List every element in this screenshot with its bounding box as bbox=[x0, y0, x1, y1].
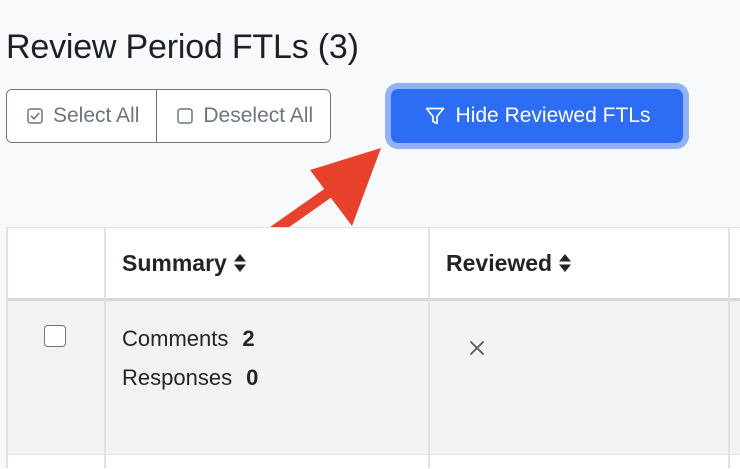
summary-label: Comments bbox=[122, 326, 229, 351]
select-all-label: Select All bbox=[53, 104, 140, 127]
summary-label: Responses bbox=[122, 365, 233, 390]
select-all-button[interactable]: Select All bbox=[7, 90, 157, 142]
summary-comments: Comments 2 bbox=[122, 326, 255, 352]
summary-value: 2 bbox=[242, 326, 255, 351]
filter-funnel-icon bbox=[425, 107, 444, 125]
table-row[interactable]: Comments 2 Responses 0 bbox=[6, 301, 740, 455]
column-header-summary[interactable]: Summary bbox=[122, 228, 247, 298]
column-header-label: Reviewed bbox=[446, 249, 553, 276]
x-mark-icon bbox=[470, 341, 484, 355]
hide-reviewed-label: Hide Reviewed FTLs bbox=[455, 104, 651, 127]
checked-square-icon bbox=[27, 108, 43, 124]
page-title: Review Period FTLs (3) bbox=[6, 28, 359, 66]
summary-responses: Responses 0 bbox=[122, 365, 258, 391]
deselect-all-label: Deselect All bbox=[203, 104, 314, 127]
sort-icon bbox=[233, 254, 246, 272]
column-header-label: Summary bbox=[122, 249, 227, 276]
column-header-reviewed[interactable]: Reviewed bbox=[446, 228, 572, 298]
ftl-table: Summary Reviewed Comments 2 Responses 0 bbox=[6, 227, 740, 469]
table-border-left bbox=[6, 228, 8, 468]
hide-reviewed-button[interactable]: Hide Reviewed FTLs bbox=[391, 89, 683, 143]
deselect-all-button[interactable]: Deselect All bbox=[156, 90, 331, 142]
column-divider bbox=[104, 228, 106, 468]
sort-icon bbox=[559, 254, 572, 272]
selection-button-group: Select All Deselect All bbox=[6, 89, 332, 143]
table-header: Summary Reviewed bbox=[6, 228, 740, 301]
summary-value: 0 bbox=[246, 365, 259, 390]
column-divider bbox=[728, 228, 730, 468]
column-divider bbox=[428, 228, 430, 468]
table-row-next bbox=[6, 455, 740, 469]
empty-square-icon bbox=[177, 108, 194, 124]
row-select-checkbox[interactable] bbox=[44, 325, 66, 347]
